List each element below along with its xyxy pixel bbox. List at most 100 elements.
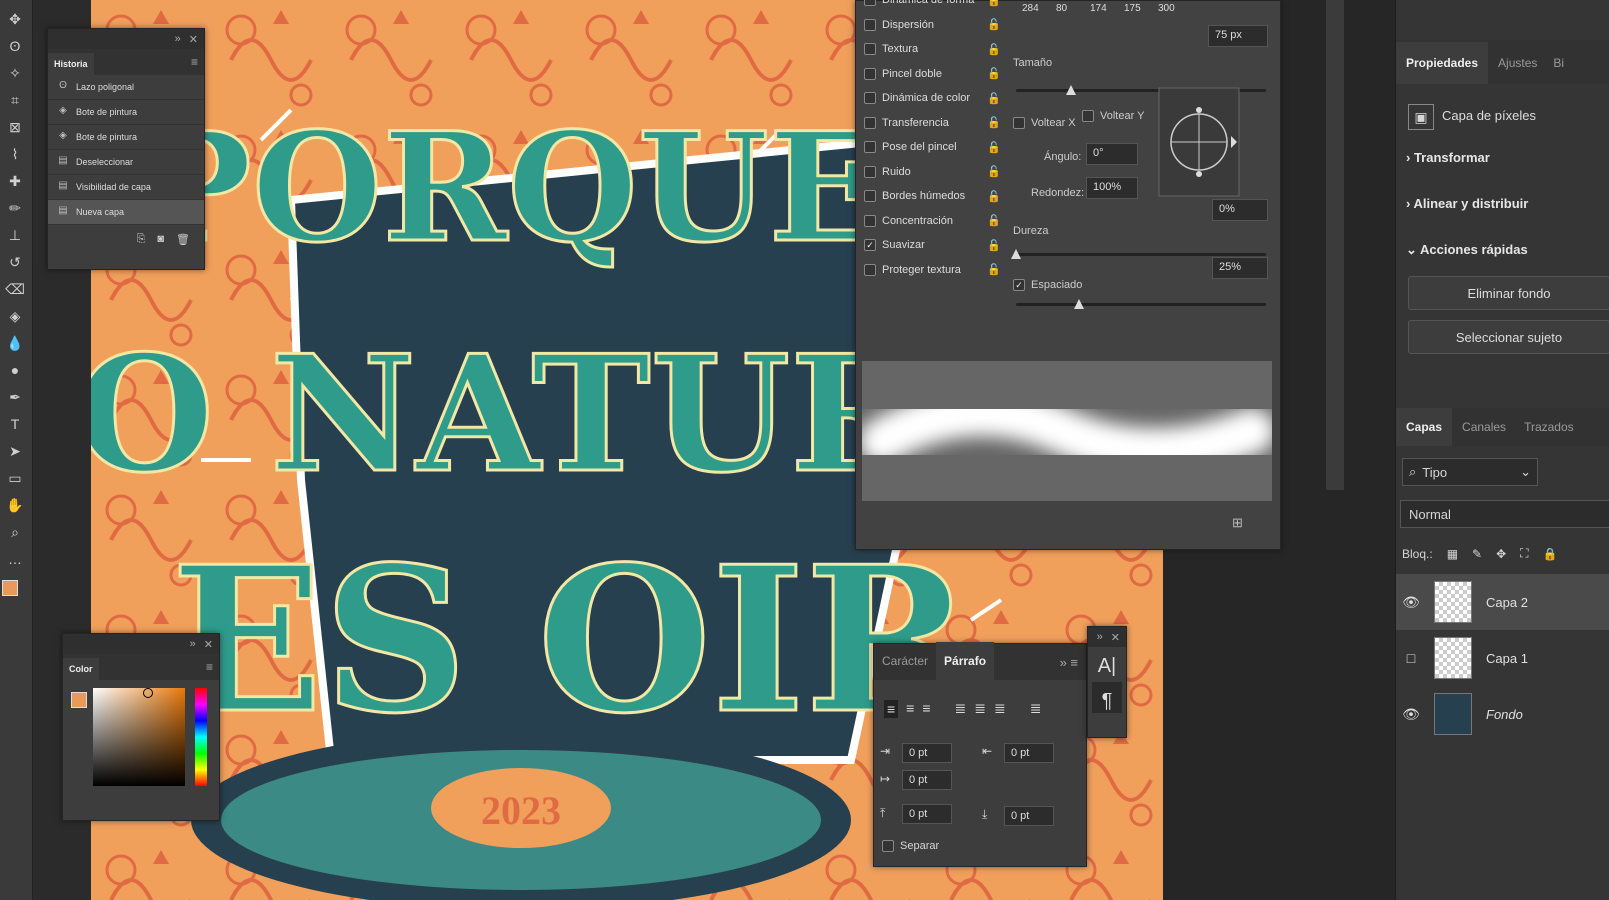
close-icon[interactable]: ✕ <box>189 33 198 46</box>
brush-preset[interactable]: 300 <box>1158 3 1175 14</box>
space-after-field[interactable]: 0 pt <box>1004 806 1054 826</box>
lasso-icon[interactable]: ʘ <box>4 35 26 57</box>
tab-libraries[interactable]: Bi <box>1547 42 1570 84</box>
lock-transparency-icon[interactable]: ▦ <box>1447 547 1458 561</box>
history-item[interactable]: ʘ Lazo poligonal <box>48 75 204 100</box>
brush-option[interactable]: Textura 🔓 <box>864 38 1001 60</box>
justify-left-icon[interactable]: ≣ <box>955 700 967 718</box>
snapshot-icon[interactable]: ◙ <box>157 233 164 246</box>
hand-icon[interactable]: ✋ <box>4 494 26 516</box>
new-document-icon[interactable]: ⎘ <box>137 233 146 246</box>
lock-icon[interactable]: 🔓 <box>987 0 1001 7</box>
brush-option-checkbox[interactable]: ✓ <box>864 239 876 251</box>
lock-icon[interactable]: 🔓 <box>987 18 1001 31</box>
flip-y-checkbox[interactable] <box>1082 110 1094 122</box>
history-item[interactable]: ▤ Visibilidad de capa <box>48 175 204 200</box>
lock-all-icon[interactable]: 🔒 <box>1543 547 1558 561</box>
history-item[interactable]: ◈ Bote de pintura <box>48 125 204 150</box>
panel-scroll-strip[interactable] <box>1326 0 1344 490</box>
foreground-swatch[interactable] <box>71 692 87 708</box>
brush-option[interactable]: ✓ Suavizar 🔓 <box>864 234 1001 256</box>
brush-preset[interactable]: 175 <box>1124 3 1141 14</box>
healing-icon[interactable]: ✚ <box>4 170 26 192</box>
create-brush-icon[interactable]: ⊞ <box>1232 515 1243 531</box>
eyedropper-icon[interactable]: ⌇ <box>4 143 26 165</box>
color-picker-handle[interactable] <box>143 688 153 698</box>
size-slider-thumb[interactable] <box>1066 85 1076 95</box>
spacing-checkbox[interactable]: ✓ <box>1013 279 1025 291</box>
eye-icon[interactable]: 👁 <box>1396 594 1426 611</box>
space-before-field[interactable]: 0 pt <box>902 804 952 824</box>
brush-angle-preview[interactable] <box>1158 87 1240 197</box>
hardness-slider-thumb[interactable] <box>1011 249 1021 259</box>
tab-channels[interactable]: Canales <box>1452 408 1516 446</box>
bucket-icon[interactable]: ◈ <box>4 305 26 327</box>
path-select-icon[interactable]: ➤ <box>4 440 26 462</box>
brush-option-checkbox[interactable] <box>864 116 876 129</box>
tab-adjustments[interactable]: Ajustes <box>1488 42 1547 84</box>
collapse-icon[interactable]: » <box>190 638 196 650</box>
brush-option[interactable]: Bordes húmedos 🔓 <box>864 185 1001 207</box>
brush-option-checkbox[interactable] <box>864 141 876 153</box>
tab-paths[interactable]: Trazados <box>1516 408 1582 446</box>
indent-first-line-field[interactable]: 0 pt <box>902 770 952 790</box>
lock-icon[interactable]: 🔓 <box>987 92 1001 105</box>
close-icon[interactable]: ✕ <box>204 638 213 651</box>
visibility-off-icon[interactable]: □ <box>1396 650 1426 666</box>
brush-option[interactable]: Pincel doble 🔓 <box>864 63 1001 85</box>
brush-option[interactable]: Ruido 🔓 <box>864 161 1001 183</box>
justify-center-icon[interactable]: ≣ <box>974 700 986 718</box>
justify-right-icon[interactable]: ≣ <box>994 700 1006 718</box>
hyphenate-checkbox[interactable] <box>882 840 894 852</box>
lock-icon[interactable]: 🔓 <box>987 43 1001 56</box>
lock-icon[interactable]: 🔓 <box>987 214 1001 227</box>
eraser-icon[interactable]: ⌫ <box>4 278 26 300</box>
flip-x-checkbox[interactable] <box>1013 117 1025 129</box>
brush-option-checkbox[interactable] <box>864 0 876 6</box>
lock-icon[interactable]: 🔓 <box>987 190 1001 203</box>
transform-section[interactable]: › Transformar <box>1406 150 1490 165</box>
align-section[interactable]: › Alinear y distribuir <box>1406 196 1528 211</box>
lock-icon[interactable]: 🔓 <box>987 165 1001 178</box>
tab-properties[interactable]: Propiedades <box>1396 42 1489 84</box>
history-item[interactable]: ▤ Nueva capa <box>48 200 204 225</box>
tab-paragraph[interactable]: Párrafo <box>936 642 995 680</box>
hardness-field[interactable]: 0% <box>1212 199 1268 221</box>
blur-icon[interactable]: 💧 <box>4 332 26 354</box>
trash-icon[interactable]: 🗑 <box>176 233 190 246</box>
frame-icon[interactable]: ⊠ <box>4 116 26 138</box>
brush-option[interactable]: Pose del pincel 🔓 <box>864 136 1001 158</box>
rectangle-icon[interactable]: ▭ <box>4 467 26 489</box>
align-center-icon[interactable]: ≡ <box>906 700 914 718</box>
tab-character[interactable]: Carácter <box>874 642 936 680</box>
history-brush-icon[interactable]: ↺ <box>4 251 26 273</box>
collapse-icon[interactable]: » <box>1097 631 1103 643</box>
brush-option[interactable]: Dinámica de forma 🔓 <box>864 0 1001 11</box>
lock-icon[interactable]: 🔓 <box>987 67 1001 80</box>
brush-option-checkbox[interactable] <box>864 18 876 31</box>
spacing-slider-thumb[interactable] <box>1073 299 1084 309</box>
close-icon[interactable]: ✕ <box>1111 631 1120 644</box>
lock-artboard-icon[interactable]: ⛶ <box>1520 546 1528 561</box>
select-subject-button[interactable]: Seleccionar sujeto <box>1408 320 1609 354</box>
brush-option-checkbox[interactable] <box>864 67 876 80</box>
layer-row[interactable]: 👁 Fondo <box>1396 686 1609 742</box>
crop-icon[interactable]: ⌗ <box>4 89 26 111</box>
history-item[interactable]: ◈ Bote de pintura <box>48 100 204 125</box>
paragraph-panel-icon[interactable]: ¶ <box>1092 682 1122 713</box>
brush-option[interactable]: Transferencia 🔓 <box>864 112 1001 134</box>
brush-preset[interactable]: 174 <box>1090 3 1107 14</box>
history-item[interactable]: ▤ Deseleccionar <box>48 150 204 175</box>
align-right-icon[interactable]: ≡ <box>922 700 930 718</box>
panel-menu-icon[interactable]: ≡ <box>185 55 204 75</box>
layer-filter-select[interactable]: ⌕ Tipo ⌄ <box>1402 458 1538 486</box>
type-icon[interactable]: T <box>4 413 26 435</box>
hue-slider[interactable] <box>195 688 207 786</box>
eye-icon[interactable]: 👁 <box>1396 706 1426 723</box>
spacing-slider[interactable] <box>1016 299 1266 309</box>
hardness-slider[interactable] <box>1011 249 1266 259</box>
brush-option[interactable]: Proteger textura 🔓 <box>864 259 1001 281</box>
brush-option-checkbox[interactable] <box>864 165 876 178</box>
color-field[interactable] <box>93 688 185 786</box>
lock-icon[interactable]: 🔓 <box>987 141 1001 154</box>
